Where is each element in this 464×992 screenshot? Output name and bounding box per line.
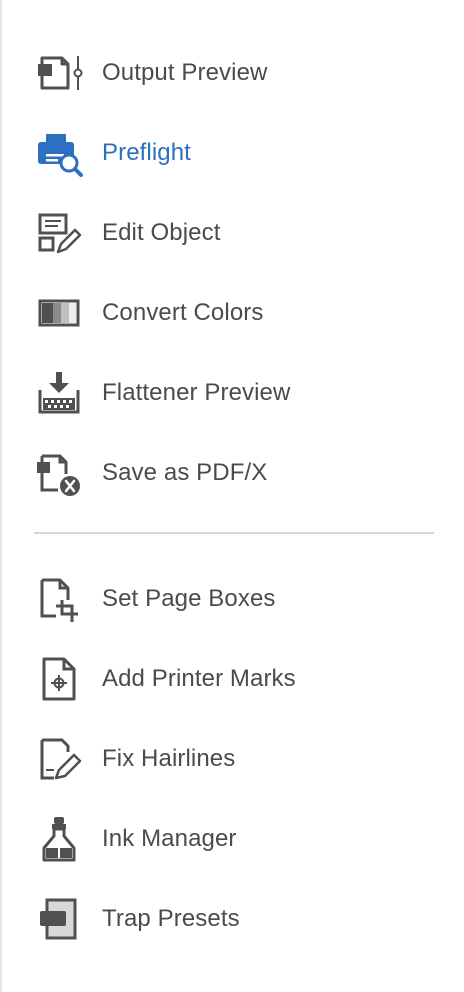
tool-trap-presets[interactable]: Trap Presets: [4, 879, 464, 959]
fix-hairlines-icon: [34, 734, 84, 784]
tool-label: Preflight: [102, 139, 191, 166]
edit-object-icon: [34, 208, 84, 258]
ink-manager-icon: [34, 814, 84, 864]
tool-ink-manager[interactable]: Ink Manager: [4, 799, 464, 879]
tool-label: Convert Colors: [102, 299, 264, 326]
tool-label: Flattener Preview: [102, 379, 291, 406]
tool-label: Set Page Boxes: [102, 585, 276, 612]
preflight-icon: [34, 128, 84, 178]
tool-label: Edit Object: [102, 219, 221, 246]
flattener-preview-icon: [34, 368, 84, 418]
tool-label: Add Printer Marks: [102, 665, 296, 692]
tool-convert-colors[interactable]: Convert Colors: [4, 273, 464, 353]
tool-label: Output Preview: [102, 59, 268, 86]
tool-preflight[interactable]: Preflight: [4, 113, 464, 193]
save-as-pdfx-icon: [34, 448, 84, 498]
convert-colors-icon: [34, 288, 84, 338]
tool-save-as-pdfx[interactable]: Save as PDF/X: [4, 433, 464, 513]
print-production-panel: Output Preview Preflight Edit Object Con…: [0, 0, 464, 992]
output-preview-icon: [34, 48, 84, 98]
tool-flattener-preview[interactable]: Flattener Preview: [4, 353, 464, 433]
tool-fix-hairlines[interactable]: Fix Hairlines: [4, 719, 464, 799]
tool-add-printer-marks[interactable]: Add Printer Marks: [4, 639, 464, 719]
tool-label: Fix Hairlines: [102, 745, 236, 772]
trap-presets-icon: [34, 894, 84, 944]
tool-edit-object[interactable]: Edit Object: [4, 193, 464, 273]
set-page-boxes-icon: [34, 574, 84, 624]
divider: [34, 532, 434, 534]
tool-label: Ink Manager: [102, 825, 237, 852]
add-printer-marks-icon: [34, 654, 84, 704]
tool-label: Trap Presets: [102, 905, 240, 932]
tool-label: Save as PDF/X: [102, 459, 268, 486]
tool-output-preview[interactable]: Output Preview: [4, 33, 464, 113]
tool-set-page-boxes[interactable]: Set Page Boxes: [4, 559, 464, 639]
